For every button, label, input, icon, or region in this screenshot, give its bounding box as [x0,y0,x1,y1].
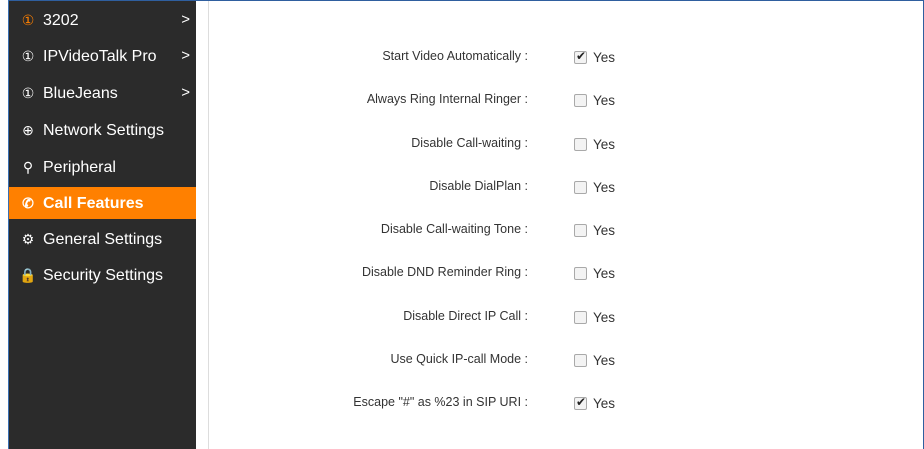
setting-label: Disable Direct IP Call : [403,309,528,323]
setting-row: Start Video Automatically : Yes [209,47,923,67]
setting-label: Disable Call-waiting : [411,136,528,150]
chevron-right-icon: > [181,47,190,64]
checkbox-option-label[interactable]: Yes [593,310,615,325]
checkbox-option-label[interactable]: Yes [593,50,615,65]
sidebar-item-3202[interactable]: ① 3202 > [9,4,196,36]
setting-checkbox[interactable] [574,395,587,410]
checkbox-option-label[interactable]: Yes [593,223,615,238]
sidebar-item-label: 3202 [43,12,79,29]
lock-icon: 🔒 [19,267,37,283]
setting-row: Escape "#" as %23 in SIP URI : Yes [209,393,923,413]
phone-icon: ✆ [22,195,34,211]
setting-label: Start Video Automatically : [382,49,528,63]
setting-checkbox[interactable] [574,181,587,194]
sidebar-item-network-settings[interactable]: ⊕ Network Settings [9,114,196,146]
setting-checkbox[interactable] [574,354,587,367]
gear-icon: ⚙ [21,231,35,247]
sidebar-item-ipvideotalk-pro[interactable]: ① IPVideoTalk Pro > [9,40,196,72]
sidebar-item-label: IPVideoTalk Pro [43,48,157,65]
setting-label: Disable DialPlan : [429,179,528,193]
sidebar-item-label: Security Settings [43,267,164,284]
setting-row: Use Quick IP-call Mode : Yes [209,350,923,370]
setting-row: Always Ring Internal Ringer : Yes [209,90,923,110]
peripheral-icon: ⚲ [22,159,34,175]
checkbox-option-label[interactable]: Yes [593,266,615,281]
setting-label: Escape "#" as %23 in SIP URI : [353,395,528,409]
chevron-right-icon: > [181,84,190,101]
setting-checkbox[interactable] [574,94,587,107]
sidebar-item-call-features[interactable]: ✆ Call Features [9,187,196,219]
sidebar-item-bluejeans[interactable]: ① BlueJeans > [9,77,196,109]
setting-checkbox[interactable] [574,311,587,324]
checkbox-option-label[interactable]: Yes [593,353,615,368]
setting-label: Disable DND Reminder Ring : [361,265,528,279]
sidebar-item-label: Call Features [43,195,144,212]
setting-checkbox[interactable] [574,224,587,237]
setting-row: Disable DND Reminder Ring : Yes [209,263,923,283]
setting-row: Disable Call-waiting Tone : Yes [209,220,923,240]
app-frame: ① 3202 > ① IPVideoTalk Pro > ① BlueJeans > ⊕ Netwo… [0,0,924,449]
setting-checkbox[interactable] [574,138,587,151]
checkbox-option-label[interactable]: Yes [593,93,615,108]
setting-row: Disable Call-waiting : Yes [209,134,923,154]
sidebar-item-general-settings[interactable]: ⚙ General Settings [9,223,196,255]
sidebar-item-label: BlueJeans [43,85,118,102]
setting-checkbox[interactable] [574,267,587,280]
chevron-right-icon: > [181,11,190,28]
account-icon: ① [21,85,35,101]
globe-icon: ⊕ [22,122,34,138]
checkbox-option-label[interactable]: Yes [593,137,615,152]
setting-label: Use Quick IP-call Mode : [390,352,528,366]
account-icon: ① [21,48,35,64]
sidebar-item-label: Network Settings [43,122,164,139]
setting-row: Disable DialPlan : Yes [209,177,923,197]
setting-label: Always Ring Internal Ringer : [366,92,528,106]
setting-label: Disable Call-waiting Tone : [380,222,528,236]
sidebar-nav: ① 3202 > ① IPVideoTalk Pro > ① BlueJeans > ⊕ Netwo… [9,1,196,449]
sidebar-item-security-settings[interactable]: 🔒 Security Settings [9,259,196,291]
sidebar-item-label: Peripheral [43,159,116,176]
checkbox-option-label[interactable]: Yes [593,180,615,195]
sidebar-item-peripheral[interactable]: ⚲ Peripheral [9,151,196,183]
sidebar-item-label: General Settings [43,231,163,248]
setting-checkbox[interactable] [574,49,587,64]
setting-row: Disable Direct IP Call : Yes [209,307,923,327]
account-icon: ① [21,12,35,28]
content-gutter [196,1,208,449]
checkbox-option-label[interactable]: Yes [593,396,615,411]
